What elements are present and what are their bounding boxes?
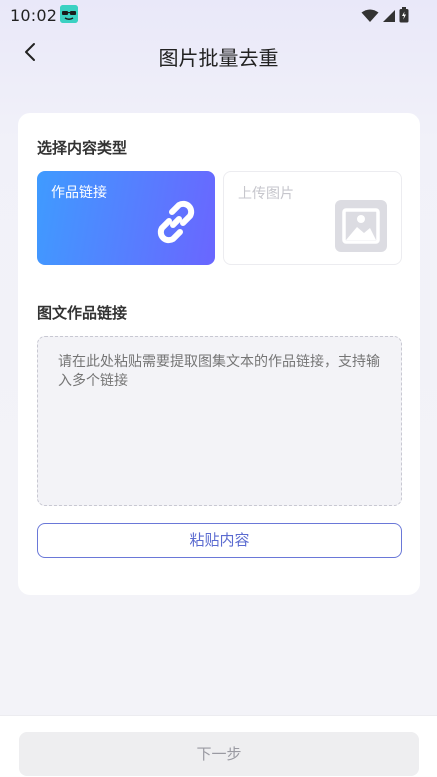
option-upload-image[interactable]: 上传图片 — [223, 171, 402, 265]
battery-icon — [399, 7, 409, 27]
option-work-link-label: 作品链接 — [51, 185, 107, 201]
option-upload-image-label: 上传图片 — [238, 186, 294, 202]
app-header: 图片批量去重 — [0, 30, 437, 78]
form-card: 选择内容类型 作品链接 上传图片 图文作品链接 粘贴内容 — [18, 113, 420, 595]
page-title: 图片批量去重 — [158, 46, 279, 70]
bottom-bar: 下一步 — [0, 715, 437, 777]
next-button[interactable]: 下一步 — [19, 732, 419, 776]
link-icon — [149, 195, 203, 253]
sunglasses-app-icon — [60, 5, 78, 23]
signal-icon — [382, 8, 396, 27]
content-type-label: 选择内容类型 — [37, 139, 128, 157]
status-icons — [361, 7, 409, 27]
status-time: 10:02 — [10, 6, 58, 25]
link-input[interactable] — [37, 336, 402, 506]
option-work-link[interactable]: 作品链接 — [37, 171, 215, 265]
image-icon — [335, 200, 387, 252]
link-input-label: 图文作品链接 — [37, 304, 128, 322]
wifi-icon — [361, 8, 379, 27]
status-bar: 10:02 — [0, 0, 437, 30]
paste-button[interactable]: 粘贴内容 — [37, 523, 402, 558]
